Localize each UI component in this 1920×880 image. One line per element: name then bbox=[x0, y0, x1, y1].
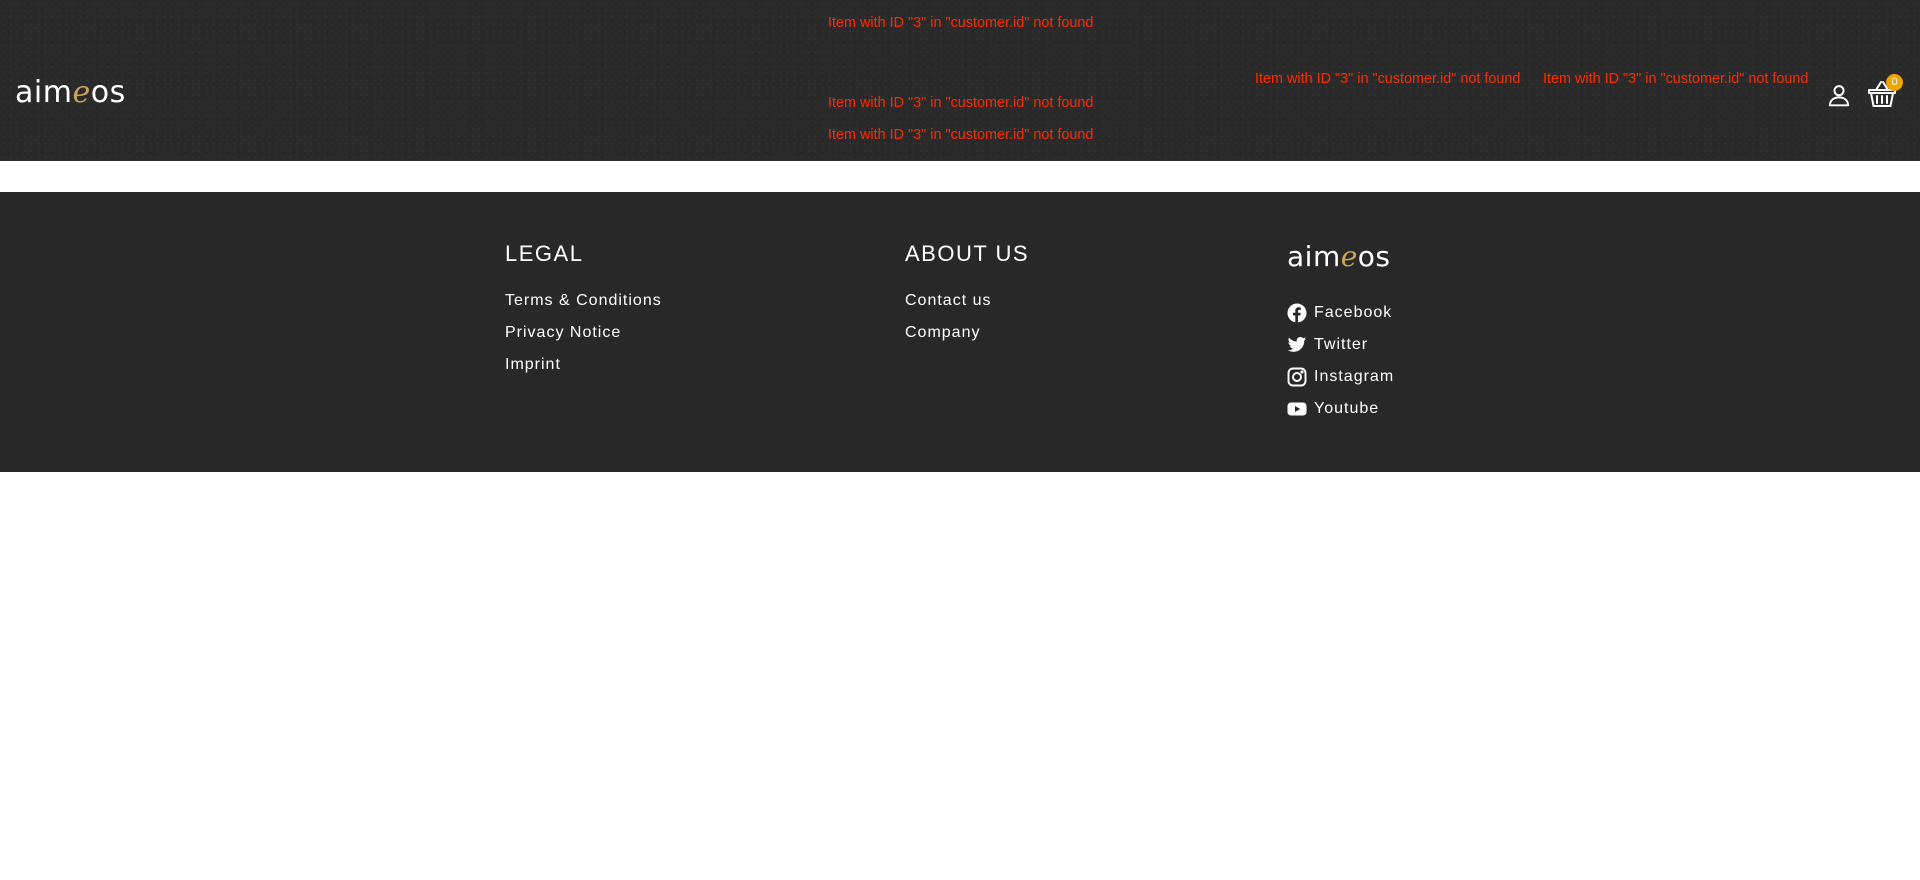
logo-text-end: os bbox=[1357, 240, 1391, 273]
logo-text-start: aim bbox=[15, 75, 73, 110]
twitter-icon bbox=[1287, 337, 1307, 352]
terms-link[interactable]: Terms & Conditions bbox=[505, 291, 662, 311]
logo-text-accent: e bbox=[1340, 240, 1358, 273]
twitter-link[interactable]: Twitter bbox=[1314, 335, 1368, 355]
site-logo[interactable]: aimeos bbox=[15, 73, 126, 113]
social-links: Facebook Twitter Instagram Youtube bbox=[1287, 297, 1394, 425]
user-icon bbox=[1828, 85, 1850, 107]
footer-link-company: Company bbox=[905, 317, 991, 349]
logo-text-end: os bbox=[90, 75, 126, 110]
footer-link-contact: Contact us bbox=[905, 285, 991, 317]
privacy-link[interactable]: Privacy Notice bbox=[505, 323, 621, 343]
logo-text-start: aim bbox=[1287, 240, 1341, 273]
footer-link-privacy: Privacy Notice bbox=[505, 317, 662, 349]
imprint-link[interactable]: Imprint bbox=[505, 355, 561, 375]
social-item-instagram: Instagram bbox=[1287, 361, 1394, 393]
social-item-twitter: Twitter bbox=[1287, 329, 1394, 361]
social-item-youtube: Youtube bbox=[1287, 393, 1394, 425]
error-message: Item with ID "3" in "customer.id" not fo… bbox=[1543, 70, 1809, 87]
social-item-facebook: Facebook bbox=[1287, 297, 1394, 329]
instagram-icon bbox=[1287, 367, 1307, 387]
basket-count-badge: 0 bbox=[1886, 74, 1903, 91]
instagram-link[interactable]: Instagram bbox=[1314, 367, 1394, 387]
facebook-icon bbox=[1287, 303, 1307, 323]
footer-link-terms: Terms & Conditions bbox=[505, 285, 662, 317]
footer-link-imprint: Imprint bbox=[505, 349, 662, 381]
youtube-icon bbox=[1287, 402, 1307, 416]
contact-link[interactable]: Contact us bbox=[905, 291, 991, 311]
logo-text-accent: e bbox=[72, 75, 91, 110]
youtube-link[interactable]: Youtube bbox=[1314, 399, 1379, 419]
legal-links: Terms & Conditions Privacy Notice Imprin… bbox=[505, 285, 662, 381]
legal-heading: LEGAL bbox=[505, 241, 584, 266]
facebook-link[interactable]: Facebook bbox=[1314, 303, 1392, 323]
company-link[interactable]: Company bbox=[905, 323, 980, 343]
site-header: aimeos Item with ID "3" in "customer.id"… bbox=[0, 0, 1920, 161]
about-links: Contact us Company bbox=[905, 285, 991, 349]
error-message: Item with ID "3" in "customer.id" not fo… bbox=[828, 94, 1094, 111]
user-account-button[interactable] bbox=[1826, 82, 1852, 108]
error-message: Item with ID "3" in "customer.id" not fo… bbox=[828, 14, 1094, 31]
error-message: Item with ID "3" in "customer.id" not fo… bbox=[828, 126, 1094, 143]
about-heading: ABOUT US bbox=[905, 241, 1030, 266]
site-footer: LEGAL Terms & Conditions Privacy Notice … bbox=[0, 192, 1920, 472]
footer-logo[interactable]: aimeos bbox=[1287, 239, 1391, 275]
error-message: Item with ID "3" in "customer.id" not fo… bbox=[1255, 70, 1521, 87]
